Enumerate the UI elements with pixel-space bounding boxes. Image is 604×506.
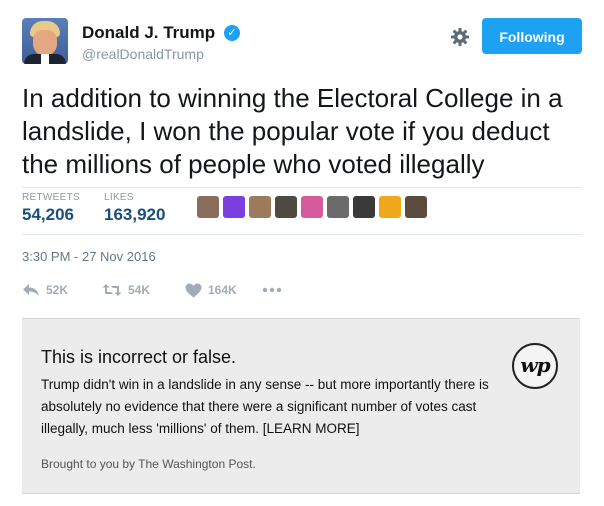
liker-avatar[interactable] bbox=[379, 196, 401, 218]
retweet-count: 54K bbox=[128, 283, 151, 297]
avatar[interactable] bbox=[22, 18, 68, 64]
like-count: 164K bbox=[208, 283, 237, 297]
factcheck-title: This is incorrect or false. bbox=[41, 347, 237, 367]
liker-avatar[interactable] bbox=[223, 196, 245, 218]
retweets-stat[interactable]: RETWEETS 54,206 bbox=[22, 192, 80, 225]
reply-icon bbox=[23, 284, 39, 296]
liker-avatar[interactable] bbox=[301, 196, 323, 218]
liker-avatar[interactable] bbox=[275, 196, 297, 218]
divider bbox=[22, 234, 582, 235]
liker-avatar[interactable] bbox=[353, 196, 375, 218]
user-handle[interactable]: @realDonaldTrump bbox=[82, 46, 204, 62]
tweet-actions: 52K 54K 164K bbox=[22, 280, 322, 304]
factcheck-body[interactable]: Trump didn't win in a landslide in any s… bbox=[41, 374, 511, 440]
verified-badge-icon: ✓ bbox=[224, 25, 240, 41]
reply-button[interactable]: 52K bbox=[22, 280, 68, 300]
liker-avatar[interactable] bbox=[405, 196, 427, 218]
tweet-stats: RETWEETS 54,206 LIKES 163,920 bbox=[22, 188, 582, 234]
display-name[interactable]: Donald J. Trump bbox=[82, 23, 215, 43]
retweet-icon bbox=[102, 284, 122, 296]
retweets-label: RETWEETS bbox=[22, 192, 80, 203]
tweet-header: Donald J. Trump ✓ @realDonaldTrump Follo… bbox=[22, 18, 582, 68]
gear-icon[interactable] bbox=[450, 27, 470, 47]
likes-count: 163,920 bbox=[104, 205, 166, 224]
liker-avatar[interactable] bbox=[249, 196, 271, 218]
retweets-count: 54,206 bbox=[22, 205, 74, 224]
washington-post-logo: wp bbox=[512, 343, 558, 389]
more-icon bbox=[262, 287, 282, 293]
likes-stat[interactable]: LIKES 163,920 bbox=[104, 192, 165, 225]
factcheck-panel: This is incorrect or false. Trump didn't… bbox=[22, 318, 580, 494]
likes-label: LIKES bbox=[104, 192, 134, 203]
tweet-timestamp[interactable]: 3:30 PM - 27 Nov 2016 bbox=[22, 249, 156, 264]
tweet-card: Donald J. Trump ✓ @realDonaldTrump Follo… bbox=[0, 0, 604, 506]
following-button[interactable]: Following bbox=[482, 18, 582, 54]
liker-avatar[interactable] bbox=[197, 196, 219, 218]
tweet-text: In addition to winning the Electoral Col… bbox=[22, 83, 563, 179]
heart-icon bbox=[185, 283, 202, 297]
liker-avatar[interactable] bbox=[327, 196, 349, 218]
reply-count: 52K bbox=[46, 283, 69, 297]
more-options-button[interactable] bbox=[262, 280, 282, 300]
like-button[interactable]: 164K bbox=[185, 280, 237, 300]
retweet-button[interactable]: 54K bbox=[102, 280, 150, 300]
factcheck-credit: Brought to you by The Washington Post. bbox=[41, 457, 256, 471]
